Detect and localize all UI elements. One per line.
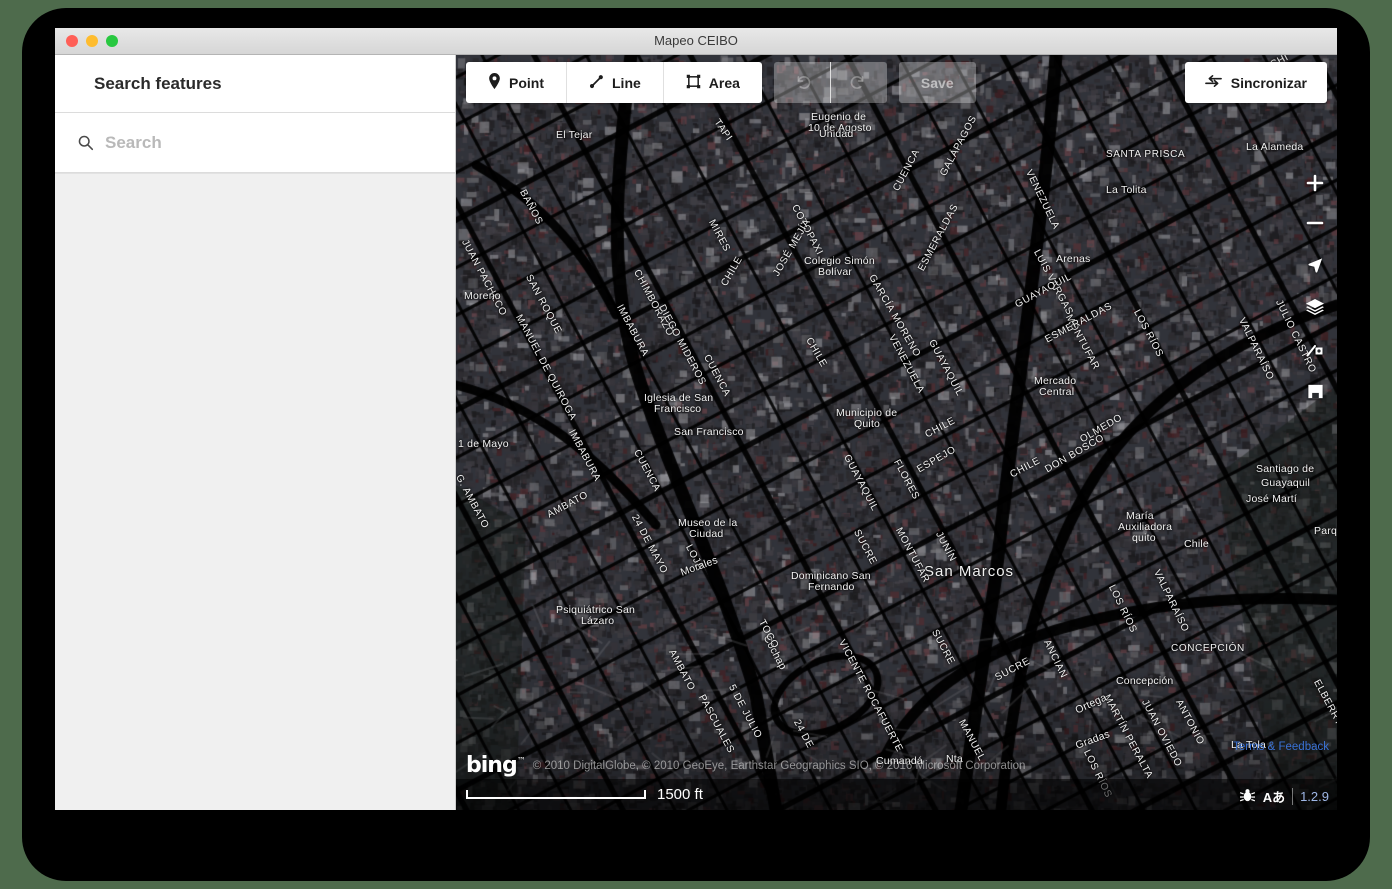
sync-button[interactable]: Sincronizar [1184, 62, 1327, 103]
point-tool-button[interactable]: Point [466, 62, 566, 103]
map-attribution-bar: bing™ © 2010 DigitalGlobe, © 2010 GeoEye… [456, 753, 1337, 779]
area-tool-button[interactable]: Area [662, 62, 762, 103]
line-tool-label: Line [612, 74, 641, 91]
sidebar: Search features [55, 55, 456, 810]
terms-and-feedback-link[interactable]: Terms & Feedback [1233, 741, 1329, 753]
window-title: Mapeo CEIBO [654, 33, 738, 48]
map-data-button[interactable] [1296, 329, 1334, 369]
search-icon [68, 134, 102, 151]
geolocate-button[interactable] [1296, 245, 1334, 285]
scale-label: 1500 ft [657, 786, 703, 803]
undo-arrow-icon [793, 72, 811, 93]
line-segment-icon [589, 74, 604, 92]
search-row[interactable] [55, 113, 455, 173]
area-tool-label: Area [708, 74, 740, 91]
status-divider [1292, 788, 1294, 805]
map-status-right: Aあ 1.2.9 [1239, 787, 1329, 806]
redo-button [829, 62, 887, 103]
save-button-label: Save [920, 74, 954, 91]
map-scale-strip: 1500 ft [456, 779, 1337, 810]
scale-bar [466, 790, 646, 799]
map-canvas[interactable] [456, 55, 1337, 810]
map-view[interactable]: CARCHICOTOPAXICUENCAGALÁPAGOSVENEZUELALU… [456, 55, 1337, 810]
attribution-text: © 2010 DigitalGlobe, © 2010 GeoEye, Eart… [532, 760, 1026, 772]
map-toolbar: Point Line Area Save [466, 62, 976, 103]
map-pin-icon [488, 73, 501, 92]
background-settings-button[interactable] [1296, 371, 1334, 411]
version-label: 1.2.9 [1300, 789, 1329, 804]
save-group: Save [898, 62, 976, 103]
search-results-list [55, 173, 455, 810]
sidebar-header: Search features [55, 55, 455, 113]
line-tool-button[interactable]: Line [566, 62, 663, 103]
history-tool-group [773, 62, 887, 103]
title-bar: Mapeo CEIBO [55, 28, 1337, 55]
search-input[interactable] [102, 132, 455, 153]
sidebar-title: Search features [94, 73, 222, 93]
sync-arrows-icon [1204, 74, 1222, 91]
window-content: Search features CARCHICOTOPAXICUENCAGALÁ… [55, 55, 1337, 810]
polygon-icon [686, 74, 701, 92]
redo-arrow-icon [850, 72, 868, 93]
sync-button-label: Sincronizar [1230, 74, 1307, 91]
app-window: Mapeo CEIBO Search features CARCHICOTOPA… [55, 28, 1337, 810]
bug-icon[interactable] [1239, 788, 1256, 806]
zoom-in-button[interactable] [1296, 163, 1334, 203]
undo-button [774, 62, 830, 103]
map-controls [1296, 163, 1334, 411]
zoom-out-button[interactable] [1296, 203, 1334, 243]
bing-logo: bing™ [466, 753, 526, 778]
language-toggle[interactable]: Aあ [1263, 787, 1285, 806]
save-button: Save [899, 62, 976, 103]
layers-button[interactable] [1296, 287, 1334, 327]
draw-tool-group: Point Line Area [466, 62, 762, 103]
point-tool-label: Point [509, 74, 544, 91]
